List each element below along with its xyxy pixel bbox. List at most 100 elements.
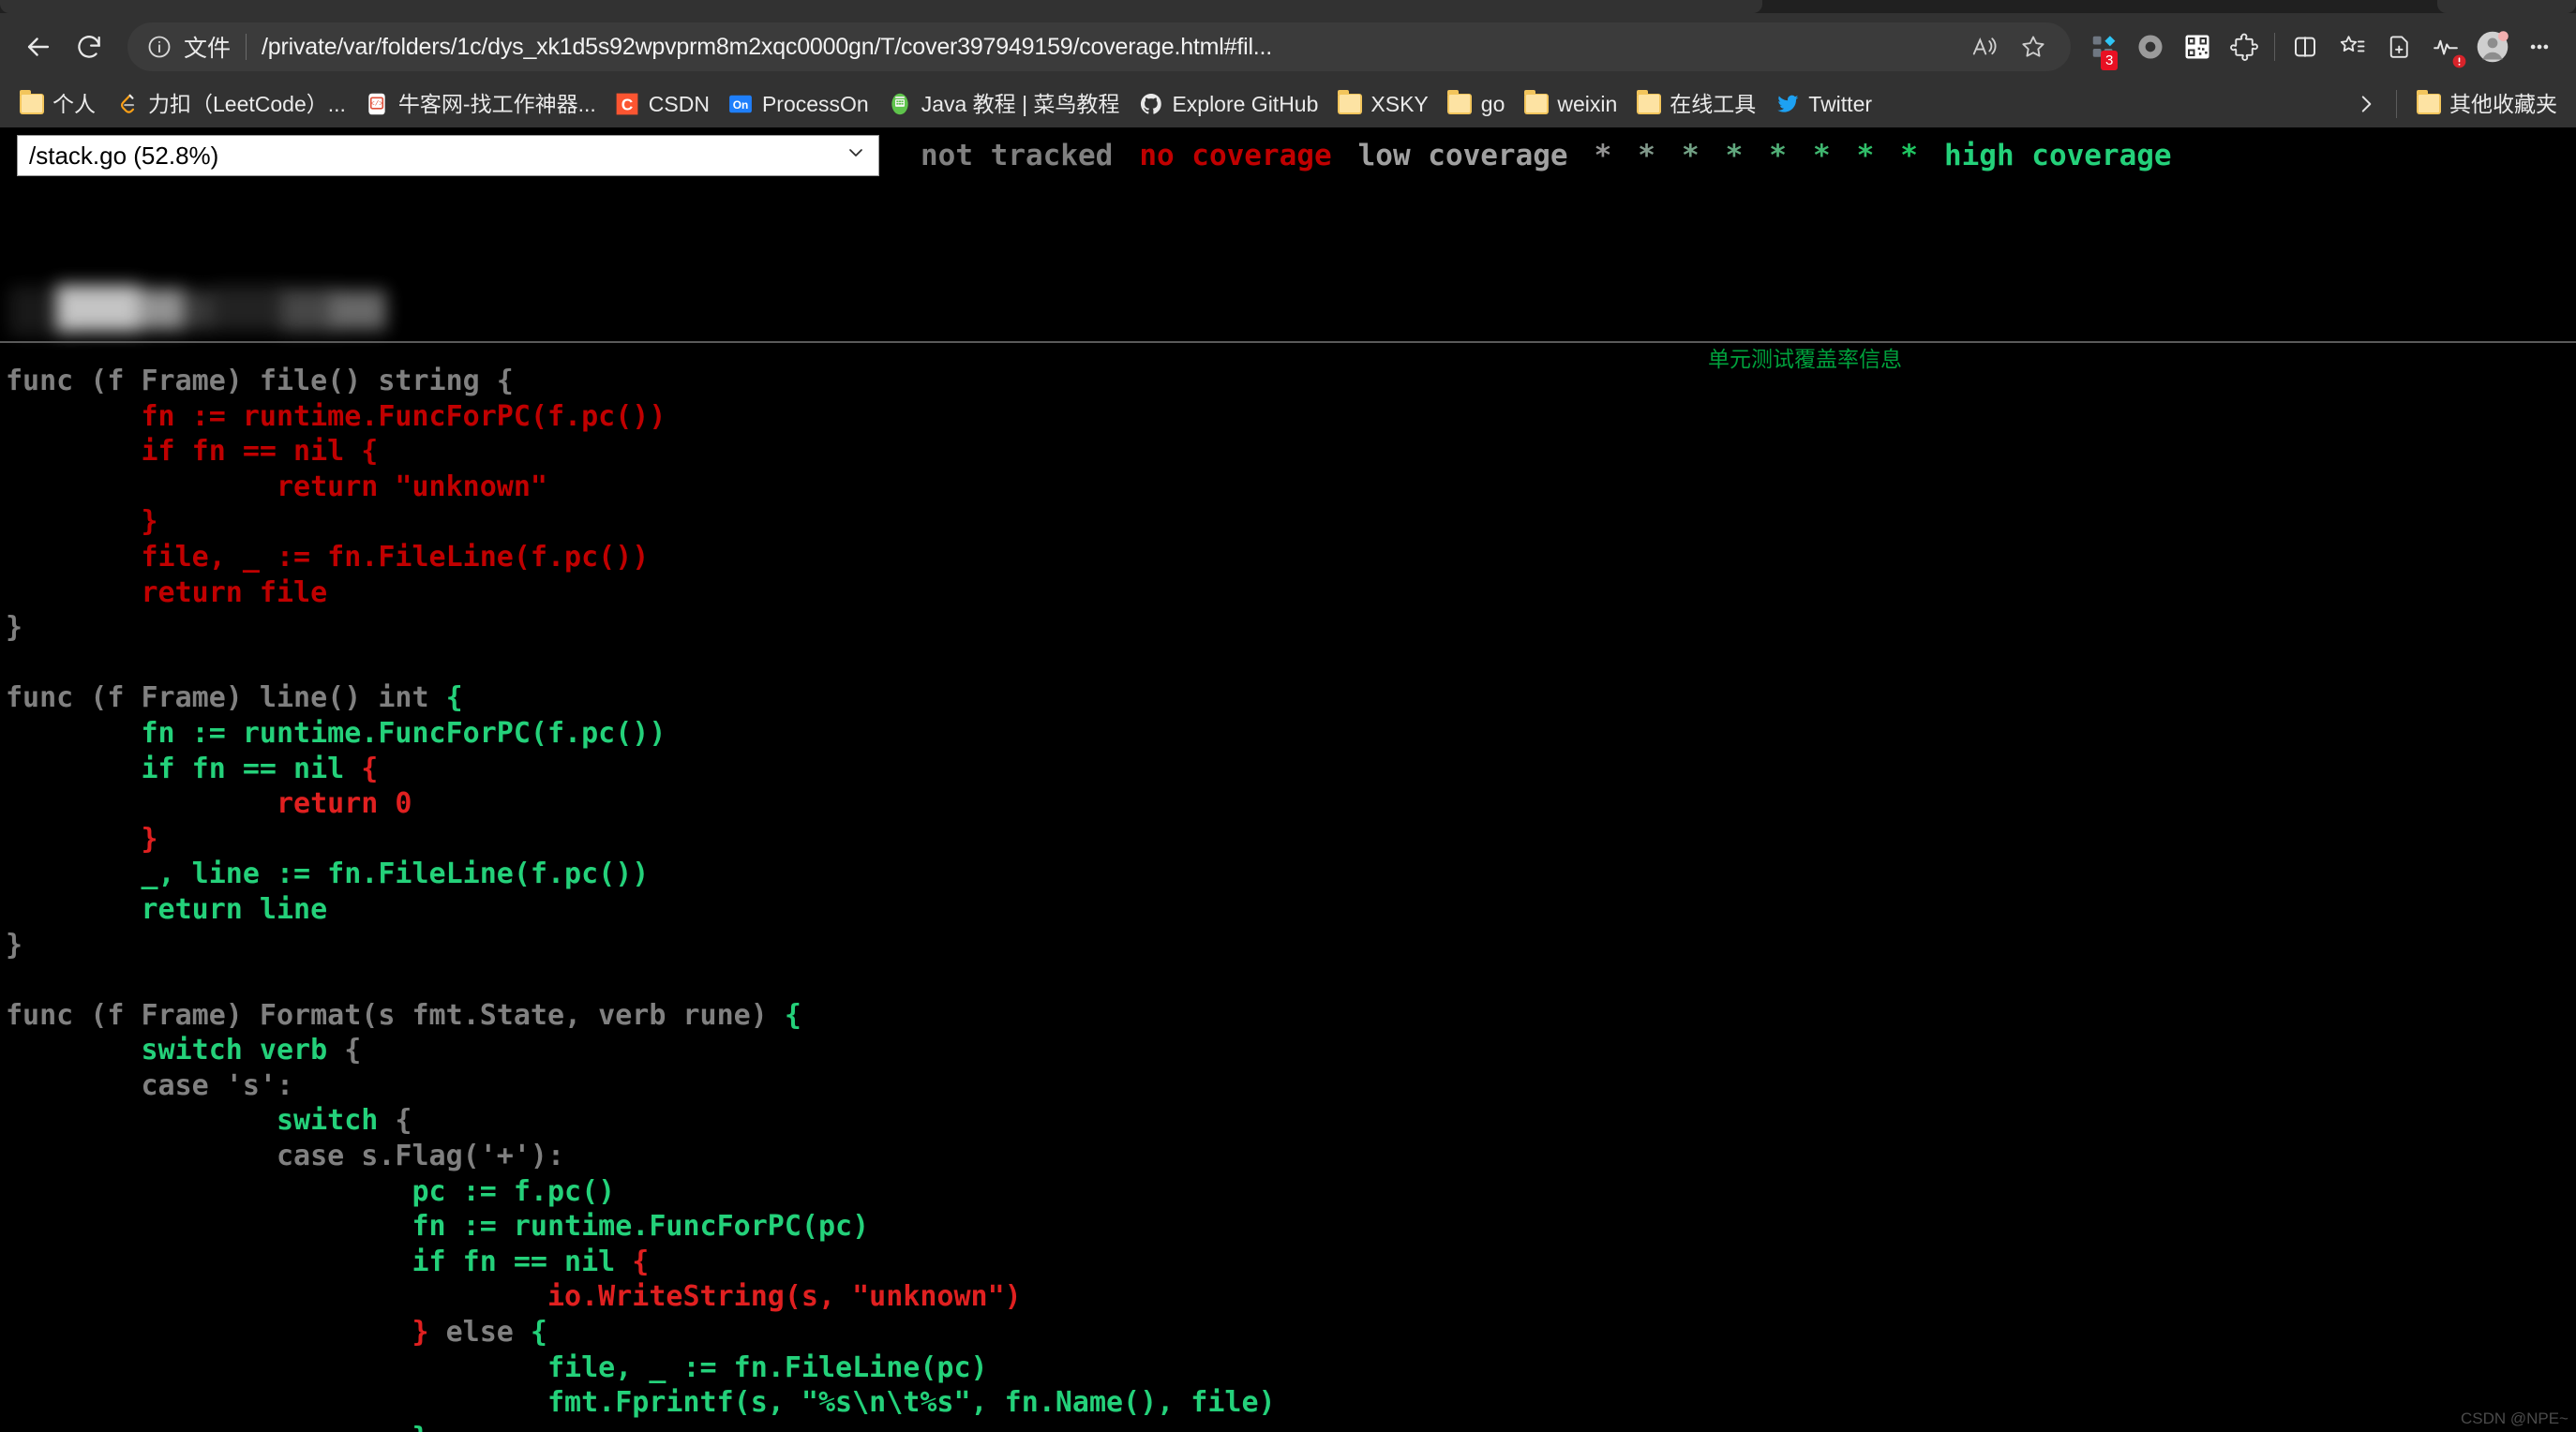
reload-button[interactable]: [64, 22, 114, 72]
toolbar-right-actions: 3: [2080, 23, 2563, 70]
omnibox-divider: [246, 34, 247, 60]
bookmark-label: 力扣（LeetCode）...: [148, 91, 346, 116]
legend-grade-7: *: [1900, 139, 1918, 172]
active-tab[interactable]: [0, 0, 1762, 13]
collections-icon[interactable]: 3: [2080, 23, 2127, 70]
url-text[interactable]: /private/var/folders/1c/dys_xk1d5s92wpvp…: [262, 34, 1960, 61]
bookmark-label: 在线工具: [1670, 91, 1757, 116]
favorites-list-icon[interactable]: [2329, 23, 2375, 70]
bookmark-label: go: [1480, 91, 1505, 116]
code-line: case s.Flag('+'):: [6, 1139, 2576, 1174]
svg-text:On: On: [733, 98, 749, 112]
watermark: CSDN @NPE~: [2460, 1410, 2569, 1427]
toolbar-separator: [0, 341, 2576, 343]
code-span: if fn == nil: [6, 752, 362, 785]
bookmark-personal[interactable]: 个人: [9, 87, 105, 122]
bookmark-label: weixin: [1557, 91, 1618, 116]
site-info-icon[interactable]: [146, 34, 172, 60]
circle-icon[interactable]: [2127, 23, 2174, 70]
code-line: fn := runtime.FuncForPC(pc): [6, 1209, 2576, 1245]
bookmark-csdn[interactable]: C CSDN: [606, 87, 719, 122]
legend-grade-6: *: [1856, 139, 1875, 172]
profile-avatar[interactable]: [2469, 23, 2516, 70]
github-icon: [1138, 92, 1163, 117]
qrcode-icon[interactable]: [2174, 23, 2221, 70]
coverage-toolbar: /stack.go (52.8%) not tracked no coverag…: [0, 127, 2576, 178]
bookmarks-bar: 个人 力扣（LeetCode）... </> 牛客网-找工作神器... C CS…: [0, 81, 2576, 127]
more-options-icon[interactable]: [2516, 23, 2563, 70]
code-span: {: [530, 1316, 547, 1350]
code-span: return line: [6, 892, 328, 926]
code-span: {: [395, 1104, 412, 1138]
back-button[interactable]: [13, 22, 64, 72]
chevron-down-icon: [845, 142, 867, 171]
code-span: }: [6, 611, 23, 645]
code-span: {: [361, 752, 379, 785]
code-line: }: [6, 1421, 2576, 1432]
bookmark-label: ProcessOn: [761, 91, 869, 116]
legend-high-coverage: high coverage: [1943, 139, 2172, 172]
code-line: return file: [6, 575, 2576, 611]
bookmarks-divider: [2396, 90, 2397, 118]
bookmark-label: CSDN: [648, 91, 710, 116]
chevron-right-icon[interactable]: [2345, 85, 2387, 123]
folder-icon: [19, 90, 44, 117]
bookmark-github[interactable]: Explore GitHub: [1129, 87, 1327, 122]
add-page-icon[interactable]: [2375, 23, 2422, 70]
coverage-code: func (f Frame) file() string { fn := run…: [0, 364, 2576, 1432]
puzzle-icon[interactable]: [2221, 23, 2268, 70]
code-span: if fn == nil {: [6, 435, 379, 469]
file-select[interactable]: /stack.go (52.8%): [17, 135, 879, 176]
bookmark-go[interactable]: go: [1438, 87, 1515, 122]
code-span: }: [6, 505, 158, 539]
twitter-icon: [1775, 92, 1800, 117]
folder-icon: [2416, 90, 2441, 117]
tab-overflow-slot[interactable]: [2437, 0, 2576, 13]
code-line: func (f Frame) Format(s fmt.State, verb …: [6, 998, 2576, 1034]
bookmark-nowcoder[interactable]: </> 牛客网-找工作神器...: [355, 87, 606, 122]
bookmark-label: Java 教程 | 菜鸟教程: [921, 91, 1120, 116]
browser-toolbar: 文件 /private/var/folders/1c/dys_xk1d5s92w…: [0, 13, 2576, 81]
code-line: }: [6, 822, 2576, 858]
bookmark-runoob[interactable]: Java 教程 | 菜鸟教程: [878, 87, 1130, 122]
split-screen-icon[interactable]: [2282, 23, 2329, 70]
legend-grade-3: *: [1725, 139, 1744, 172]
bookmark-processon[interactable]: On ProcessOn: [719, 87, 878, 122]
code-line: func (f Frame) line() int {: [6, 680, 2576, 716]
bookmark-label: XSKY: [1370, 91, 1429, 116]
code-span: func (f Frame) Format(s fmt.State, verb …: [6, 998, 785, 1032]
read-aloud-icon[interactable]: [1960, 25, 2009, 68]
code-span: }: [6, 928, 23, 962]
code-line: case 's':: [6, 1068, 2576, 1104]
leetcode-icon: [114, 92, 140, 117]
address-bar[interactable]: 文件 /private/var/folders/1c/dys_xk1d5s92w…: [127, 22, 2071, 71]
legend-low-coverage: low coverage: [1357, 139, 1568, 172]
code-span: file, _ := fn.FileLine(pc): [6, 1350, 988, 1384]
folder-icon: [1636, 90, 1661, 117]
bookmark-other-favorites[interactable]: 其他收藏夹: [2406, 87, 2567, 122]
performance-icon[interactable]: [2422, 23, 2469, 70]
bookmark-label: Twitter: [1808, 91, 1873, 116]
code-span: pc := f.pc(): [6, 1174, 616, 1208]
tab-strip[interactable]: [0, 0, 2576, 13]
processon-icon: On: [728, 92, 754, 117]
bookmark-xsky[interactable]: XSKY: [1327, 87, 1437, 122]
bookmark-leetcode[interactable]: 力扣（LeetCode）...: [105, 87, 355, 122]
bookmark-online-tools[interactable]: 在线工具: [1626, 87, 1765, 122]
code-line: func (f Frame) file() string {: [6, 364, 2576, 399]
code-line: } else {: [6, 1315, 2576, 1350]
browser-chrome: 文件 /private/var/folders/1c/dys_xk1d5s92w…: [0, 0, 2576, 127]
bookmark-weixin[interactable]: weixin: [1514, 87, 1626, 122]
favorite-star-icon[interactable]: [2009, 25, 2058, 68]
code-span: {: [632, 1245, 650, 1278]
bookmark-twitter[interactable]: Twitter: [1765, 87, 1881, 122]
code-span: fn := runtime.FuncForPC(f.pc()): [6, 399, 666, 433]
code-line: switch {: [6, 1103, 2576, 1139]
legend-grade-2: *: [1681, 139, 1700, 172]
bookmark-label: 个人: [52, 91, 96, 116]
code-line: io.WriteString(s, "unknown"): [6, 1279, 2576, 1315]
code-line: return 0: [6, 786, 2576, 822]
csdn-icon: C: [615, 92, 640, 117]
